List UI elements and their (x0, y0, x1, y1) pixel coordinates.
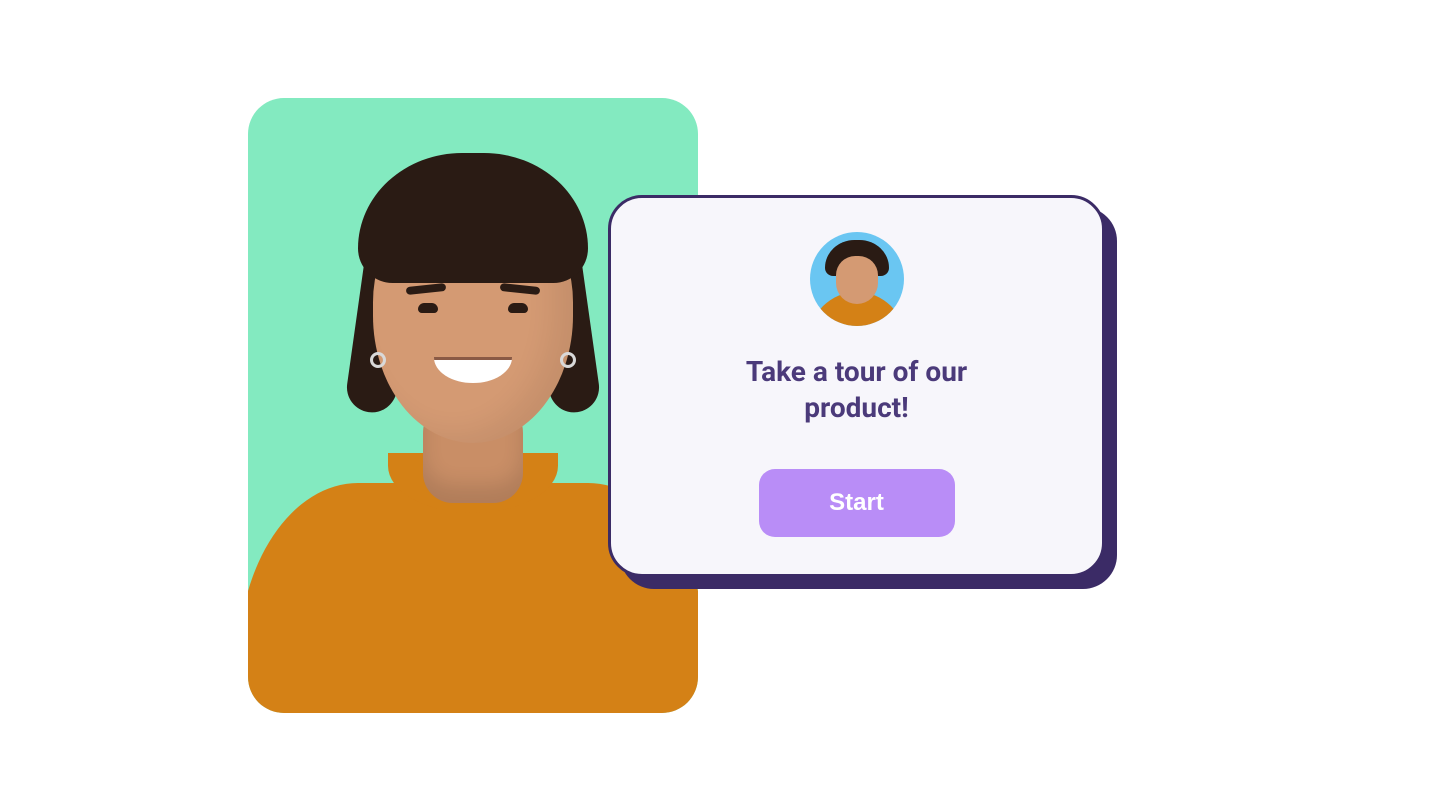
earring-icon (370, 352, 386, 368)
canvas: Take a tour of our product! Start (0, 0, 1440, 810)
start-button[interactable]: Start (759, 469, 955, 537)
eye-icon (418, 303, 438, 313)
eye-icon (508, 303, 528, 313)
tour-modal: Take a tour of our product! Start (608, 195, 1105, 577)
earring-icon (560, 352, 576, 368)
hair-icon (358, 153, 588, 283)
avatar-face (836, 256, 878, 304)
modal-title: Take a tour of our product! (727, 354, 987, 427)
avatar (810, 232, 904, 326)
